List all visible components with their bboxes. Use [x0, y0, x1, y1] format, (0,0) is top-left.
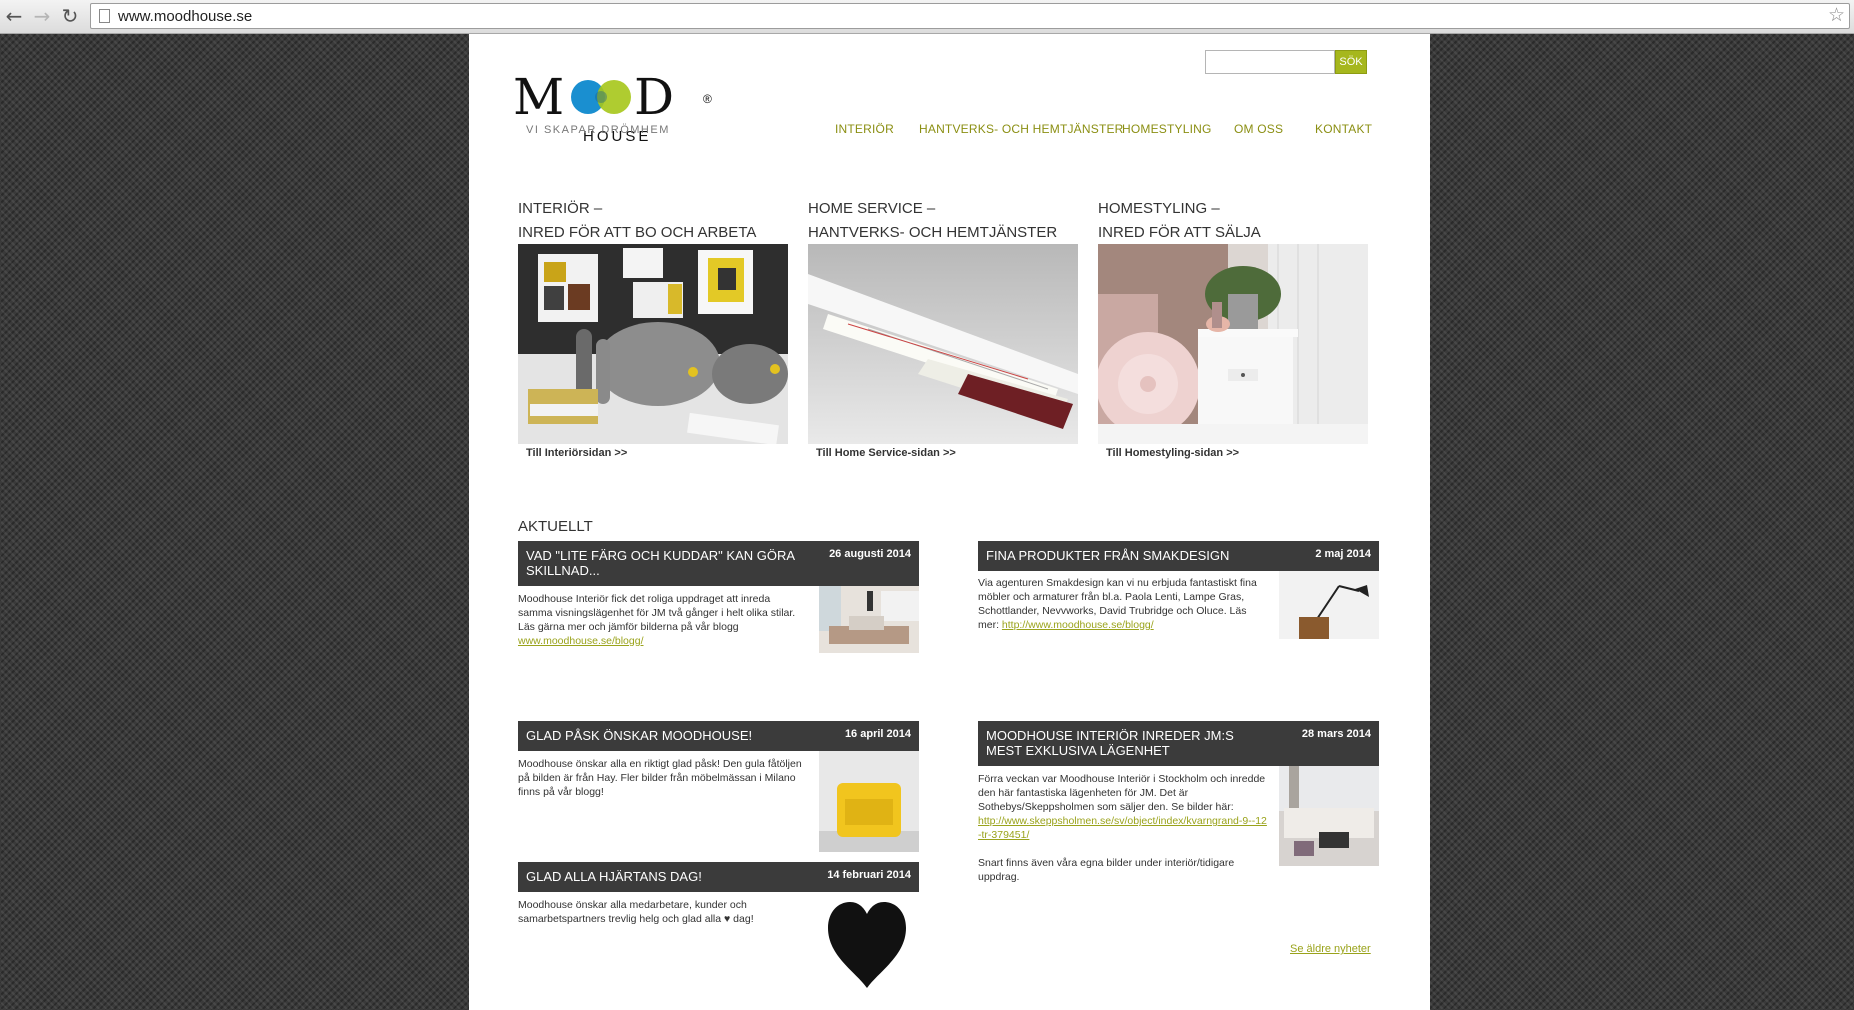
older-news-link[interactable]: Se äldre nyheter: [1290, 943, 1371, 955]
nav-hantverk[interactable]: HANTVERKS- OCH HEMTJÄNSTER: [919, 122, 1124, 136]
homestyling-image[interactable]: [1098, 244, 1368, 444]
nav-om-oss[interactable]: OM OSS: [1234, 122, 1283, 136]
news-title[interactable]: GLAD PÅSK ÖNSKAR MOODHOUSE!: [526, 728, 811, 743]
column-title-line: INRED FÖR ATT SÄLJA: [1098, 224, 1261, 241]
arrow-left-icon[interactable]: ←: [2, 4, 26, 28]
news-text: Moodhouse önskar alla medarbetare, kunde…: [518, 899, 754, 925]
nav-kontakt[interactable]: KONTAKT: [1315, 122, 1372, 136]
news-link[interactable]: www.moodhouse.se/blogg/: [518, 635, 644, 647]
registered-mark: ®: [703, 92, 712, 106]
news-image-1[interactable]: [819, 586, 919, 653]
column-homestyling-title: HOMESTYLING – INRED FÖR ATT SÄLJA: [1098, 197, 1261, 245]
news-date: 16 april 2014: [844, 728, 911, 740]
news-header-5[interactable]: GLAD ALLA HJÄRTANS DAG! 14 februari 2014: [518, 862, 919, 892]
news-link[interactable]: http://www.skeppsholmen.se/sv/object/ind…: [978, 815, 1267, 841]
svg-text:M: M: [513, 68, 562, 122]
news-image-3[interactable]: [819, 751, 919, 852]
news-body-2: Via agenturen Smakdesign kan vi nu erbju…: [978, 576, 1268, 632]
interior-image[interactable]: [518, 244, 788, 444]
news-header-3[interactable]: GLAD PÅSK ÖNSKAR MOODHOUSE! 16 april 201…: [518, 721, 919, 751]
news-body-4: Förra veckan var Moodhouse Interiör i St…: [978, 772, 1268, 884]
news-body-5: Moodhouse önskar alla medarbetare, kunde…: [518, 898, 803, 926]
column-homeservice-title: HOME SERVICE – HANTVERKS- OCH HEMTJÄNSTE…: [808, 197, 1057, 245]
search-button[interactable]: SÖK: [1335, 50, 1367, 74]
address-bar[interactable]: www.moodhouse.se ☆: [90, 3, 1850, 29]
nav-interior[interactable]: INTERIÖR: [835, 122, 894, 136]
column-title-line: INRED FÖR ATT BO OCH ARBETA: [518, 224, 757, 241]
news-date: 2 maj 2014: [1315, 548, 1371, 560]
link-homeservice[interactable]: Till Home Service-sidan >>: [816, 447, 956, 459]
news-heading: AKTUELLT: [518, 518, 593, 535]
column-title-line: HOMESTYLING –: [1098, 200, 1220, 217]
page-content: M D ® HOUSE VI SKAPAR DRÖMHEM SÖK INTERI…: [469, 34, 1430, 1010]
news-date: 14 februari 2014: [827, 869, 911, 881]
page-icon: [99, 9, 110, 23]
homeservice-image[interactable]: [808, 244, 1078, 444]
heart-icon: [826, 900, 908, 990]
news-image-2[interactable]: [1279, 571, 1379, 639]
logo-mark: M D: [513, 68, 674, 122]
link-interior[interactable]: Till Interiörsidan >>: [526, 447, 627, 459]
news-date: 26 augusti 2014: [829, 548, 911, 560]
nav-homestyling[interactable]: HOMESTYLING: [1122, 122, 1212, 136]
news-link[interactable]: http://www.moodhouse.se/blogg/: [1002, 619, 1154, 631]
news-title[interactable]: GLAD ALLA HJÄRTANS DAG!: [526, 869, 811, 884]
news-date: 28 mars 2014: [1301, 728, 1371, 740]
news-body-3: Moodhouse önskar alla en riktigt glad på…: [518, 757, 803, 799]
search-input[interactable]: [1205, 50, 1335, 74]
column-title-line: INTERIÖR –: [518, 200, 603, 217]
news-text: Snart finns även våra egna bilder under …: [978, 857, 1235, 883]
url-text[interactable]: www.moodhouse.se: [118, 8, 252, 25]
reload-icon[interactable]: ↻: [58, 4, 82, 28]
link-homestyling[interactable]: Till Homestyling-sidan >>: [1106, 447, 1239, 459]
news-title[interactable]: VAD "LITE FÄRG OCH KUDDAR" KAN GÖRA SKIL…: [526, 548, 811, 578]
browser-toolbar: ← → ↻ www.moodhouse.se ☆: [0, 0, 1854, 34]
column-title-line: HOME SERVICE –: [808, 200, 936, 217]
news-title[interactable]: MOODHOUSE INTERIÖR INREDER JM:S MEST EXK…: [986, 728, 1271, 758]
news-header-2[interactable]: FINA PRODUKTER FRÅN SMAKDESIGN 2 maj 201…: [978, 541, 1379, 571]
news-image-4[interactable]: [1279, 766, 1379, 866]
news-title[interactable]: FINA PRODUKTER FRÅN SMAKDESIGN: [986, 548, 1271, 563]
news-header-1[interactable]: VAD "LITE FÄRG OCH KUDDAR" KAN GÖRA SKIL…: [518, 541, 919, 586]
star-icon[interactable]: ☆: [1828, 4, 1845, 26]
tagline: VI SKAPAR DRÖMHEM: [526, 124, 670, 136]
news-text: Förra veckan var Moodhouse Interiör i St…: [978, 773, 1266, 813]
news-text: Moodhouse önskar alla en riktigt glad på…: [518, 758, 802, 798]
arrow-right-icon[interactable]: →: [30, 4, 54, 28]
column-interior-title: INTERIÖR – INRED FÖR ATT BO OCH ARBETA: [518, 197, 756, 245]
news-header-4[interactable]: MOODHOUSE INTERIÖR INREDER JM:S MEST EXK…: [978, 721, 1379, 766]
svg-text:D: D: [634, 68, 674, 122]
news-body-1: Moodhouse Interiör fick det roliga uppdr…: [518, 592, 803, 648]
news-text: Moodhouse Interiör fick det roliga uppdr…: [518, 593, 796, 633]
column-title-line: HANTVERKS- OCH HEMTJÄNSTER: [808, 224, 1058, 241]
